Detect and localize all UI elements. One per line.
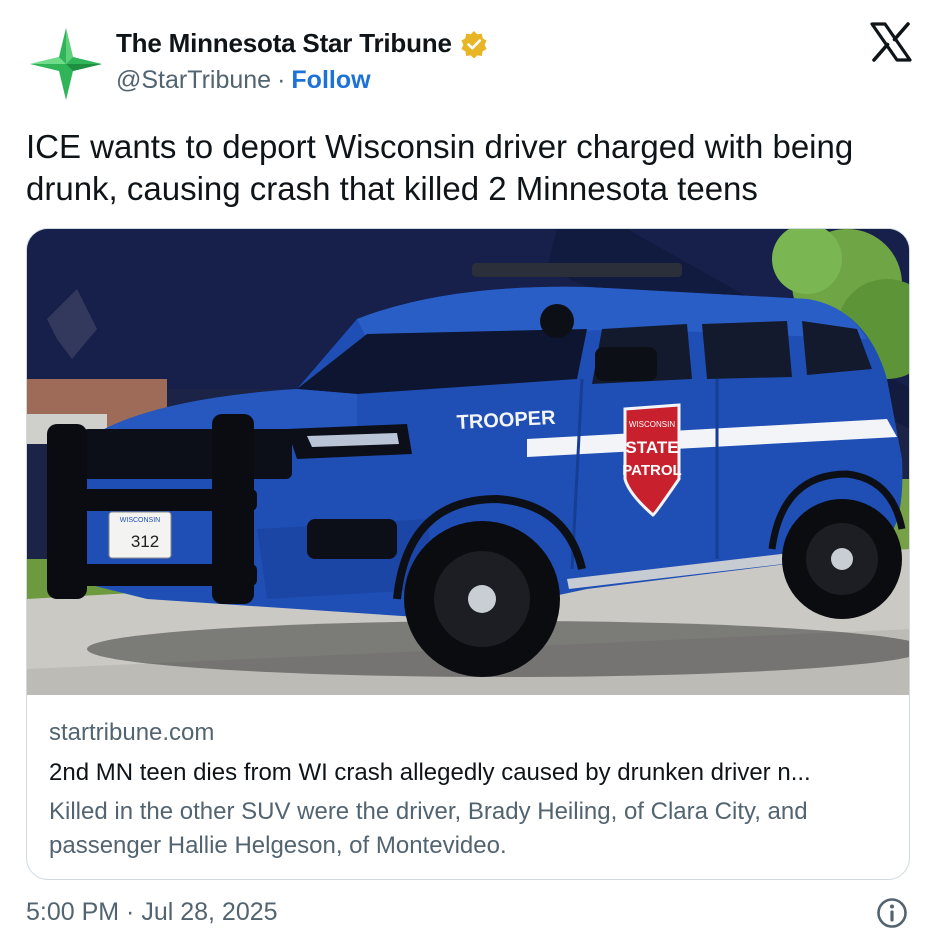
author-name[interactable]: The Minnesota Star Tribune — [116, 28, 488, 59]
author-name-text[interactable]: The Minnesota Star Tribune — [116, 28, 452, 59]
card-domain[interactable]: startribune.com — [49, 719, 214, 747]
tweet-timestamp[interactable]: 5:00 PM · Jul 28, 2025 — [26, 898, 278, 927]
plate-number: 312 — [131, 532, 159, 551]
author-handle[interactable]: @StarTribune — [116, 66, 271, 95]
plate-state: WISCONSIN — [120, 517, 160, 524]
tweet-text: ICE wants to deport Wisconsin driver cha… — [26, 128, 854, 207]
star-logo-icon[interactable] — [24, 22, 108, 106]
badge-line3: PATROL — [622, 462, 681, 479]
x-logo-icon[interactable] — [870, 22, 912, 62]
badge-line2: STATE — [625, 438, 678, 457]
link-preview-card[interactable]: WISCONSIN 312 TROOPER WISCONSIN STATE PA… — [26, 228, 910, 880]
badge-line1: WISCONSIN — [629, 420, 675, 429]
handle-row: @StarTribune · Follow — [116, 66, 371, 95]
separator: · — [277, 66, 286, 94]
info-icon[interactable] — [876, 897, 908, 929]
card-description: Killed in the other SUV were the driver,… — [49, 798, 808, 859]
follow-button[interactable]: Follow — [291, 66, 370, 95]
gold-verified-badge-icon — [461, 30, 487, 58]
card-title[interactable]: 2nd MN teen dies from WI crash allegedly… — [49, 759, 899, 787]
tweet-card: The Minnesota Star Tribune @StarTribune … — [0, 0, 934, 941]
state-patrol-suv-photo[interactable]: WISCONSIN 312 TROOPER WISCONSIN STATE PA… — [27, 229, 910, 695]
